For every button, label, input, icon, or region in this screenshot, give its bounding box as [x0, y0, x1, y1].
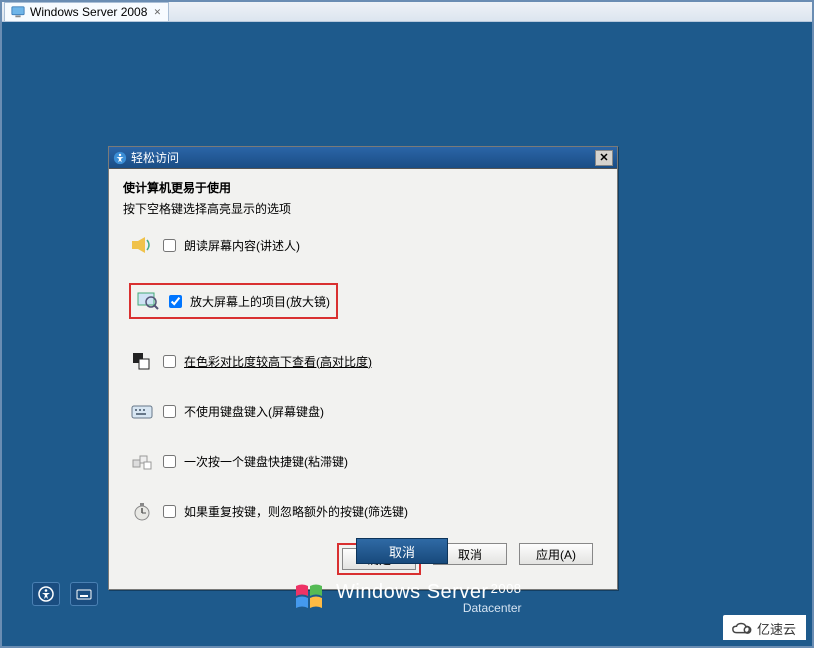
tab-bar: Windows Server 2008 ✕	[2, 2, 812, 22]
dialog-subtext: 按下空格键选择高亮显示的选项	[123, 200, 603, 217]
keyboard-icon	[129, 399, 155, 423]
tab-close-icon[interactable]: ✕	[152, 7, 162, 17]
cloud-icon	[731, 621, 753, 637]
monitor-icon	[11, 5, 25, 19]
accessibility-icon	[113, 151, 127, 165]
onscreen-keyboard-checkbox[interactable]	[163, 405, 176, 418]
option-label: 不使用键盘键入(屏幕键盘)	[184, 403, 324, 420]
option-label: 一次按一个键盘快捷键(粘滞键)	[184, 453, 348, 470]
option-onscreen-keyboard: 不使用键盘键入(屏幕键盘)	[123, 393, 603, 429]
magnifier-icon	[135, 289, 161, 313]
background-cancel-button[interactable]: 取消	[356, 538, 448, 564]
narrator-checkbox[interactable]	[163, 239, 176, 252]
dialog-heading: 使计算机更易于使用	[123, 179, 603, 196]
logo-text-line1: Windows Server2008	[336, 582, 522, 602]
contrast-icon	[129, 349, 155, 373]
ease-of-access-button[interactable]	[32, 582, 60, 606]
option-label: 如果重复按键，则忽略额外的按键(筛选键)	[184, 503, 408, 520]
option-high-contrast: 在色彩对比度较高下查看(高对比度)	[123, 343, 603, 379]
sticky-keys-icon	[129, 449, 155, 473]
windows-flag-icon	[292, 580, 328, 616]
stopwatch-icon	[129, 499, 155, 523]
option-label: 在色彩对比度较高下查看(高对比度)	[184, 353, 372, 370]
option-magnifier: 放大屏幕上的项目(放大镜)	[123, 277, 603, 325]
high-contrast-checkbox[interactable]	[163, 355, 176, 368]
option-narrator: 朗读屏幕内容(讲述人)	[123, 227, 603, 263]
onscreen-keyboard-button[interactable]	[70, 582, 98, 606]
filter-keys-checkbox[interactable]	[163, 505, 176, 518]
tab-windows-server[interactable]: Windows Server 2008 ✕	[4, 2, 169, 21]
windows-logo-area: Windows Server2008 Datacenter	[292, 580, 522, 616]
sticky-keys-checkbox[interactable]	[163, 455, 176, 468]
option-label: 朗读屏幕内容(讲述人)	[184, 237, 300, 254]
dialog-close-button[interactable]: ✕	[595, 150, 613, 166]
magnifier-checkbox[interactable]	[169, 295, 182, 308]
tab-title: Windows Server 2008	[30, 5, 147, 19]
option-sticky-keys: 一次按一个键盘快捷键(粘滞键)	[123, 443, 603, 479]
desktop: 轻松访问 ✕ 使计算机更易于使用 按下空格键选择高亮显示的选项 朗读屏幕内容(讲…	[2, 22, 812, 646]
apply-button[interactable]: 应用(A)	[519, 543, 593, 565]
option-label: 放大屏幕上的项目(放大镜)	[190, 293, 330, 310]
watermark: 亿速云	[723, 615, 806, 640]
logo-text-line2: Datacenter	[336, 602, 522, 614]
watermark-text: 亿速云	[757, 619, 796, 638]
option-filter-keys: 如果重复按键，则忽略额外的按键(筛选键)	[123, 493, 603, 529]
dialog-title: 轻松访问	[131, 149, 179, 166]
dialog-titlebar[interactable]: 轻松访问 ✕	[109, 147, 617, 169]
ease-of-access-dialog: 轻松访问 ✕ 使计算机更易于使用 按下空格键选择高亮显示的选项 朗读屏幕内容(讲…	[108, 146, 618, 590]
speaker-icon	[129, 233, 155, 257]
